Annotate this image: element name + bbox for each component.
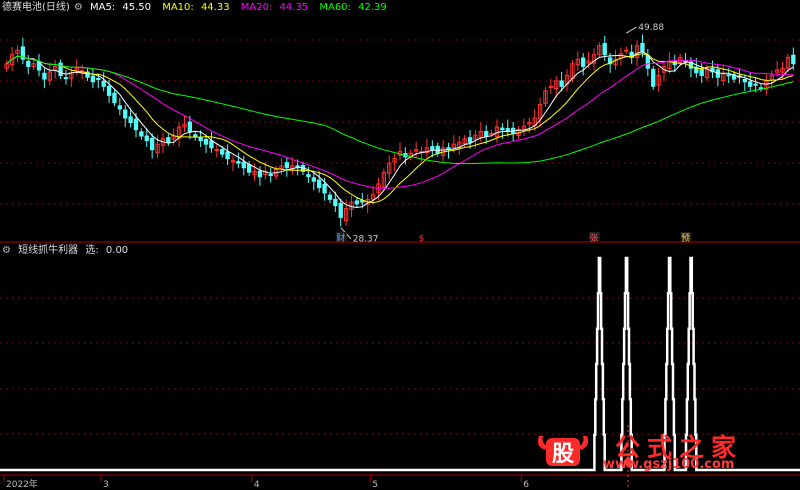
candle-body <box>220 149 225 155</box>
candle-body <box>651 68 656 87</box>
sub-legend: ⚙ 短线抓牛利器 选: 0.00 <box>2 244 136 257</box>
candle-body <box>63 77 69 80</box>
x-tick-label: 3 <box>103 480 109 490</box>
candle-body <box>327 194 333 200</box>
annotation-pointer <box>626 26 637 34</box>
event-marker: 张 <box>589 233 598 244</box>
candle-body <box>42 72 47 80</box>
candle-body <box>214 149 219 152</box>
event-marker: 财 <box>336 232 345 244</box>
candle-body <box>500 127 505 131</box>
candle-body <box>322 183 327 194</box>
event-marker: $ <box>419 234 425 244</box>
candle-body <box>624 49 629 52</box>
annotation-label: 49.88 <box>638 23 664 33</box>
candle-body <box>187 121 193 133</box>
candle-body <box>209 140 214 149</box>
candle-body <box>333 198 338 207</box>
ma10-legend: MA10: 44.33 <box>162 2 230 13</box>
candle-body <box>311 177 316 182</box>
candle-body <box>123 109 128 119</box>
stock-title: 德赛电池(日线) <box>2 2 70 13</box>
ma20-legend: MA20: 44.35 <box>240 2 309 13</box>
watermark-url: www.gszj100.com <box>603 457 735 472</box>
candle-body <box>203 138 209 145</box>
candle-body <box>559 80 564 87</box>
candle-body <box>106 85 112 96</box>
x-tick-label: 5 <box>372 480 378 490</box>
candle-body <box>144 135 149 142</box>
candle-body <box>149 137 155 151</box>
candle-body <box>640 42 645 53</box>
candle-body <box>139 131 144 137</box>
candle-body <box>338 202 343 218</box>
candle-body <box>742 78 747 83</box>
candle-body <box>101 80 106 87</box>
candle-body <box>791 54 796 65</box>
candle-body <box>236 161 241 164</box>
gear-icon[interactable]: ⚙ <box>2 245 11 256</box>
main-legend: 德赛电池(日线) ⚙ MA5: 45.50 MA10: 44.33 MA20: 4… <box>2 1 395 14</box>
candle-body <box>354 200 360 205</box>
candle-body <box>748 81 753 87</box>
candle-body <box>198 137 203 142</box>
candle-body <box>241 161 246 169</box>
candle-body <box>726 74 731 77</box>
candle-body <box>128 116 133 123</box>
candle-body <box>26 60 31 67</box>
candle-body <box>484 131 489 137</box>
event-marker: 预 <box>681 233 690 244</box>
candle-body <box>645 54 651 69</box>
annotation-label: 28.37 <box>353 235 379 245</box>
x-tick-label: 6 <box>523 480 529 490</box>
candle-body <box>112 92 117 104</box>
moving-average-lines <box>6 51 794 209</box>
candle-body <box>96 78 101 81</box>
indicator-title: 短线抓牛利器 <box>18 245 79 256</box>
svg-text:股: 股 <box>552 442 574 467</box>
candle-body <box>581 57 586 67</box>
candle-body <box>268 174 273 177</box>
candle-body <box>246 163 252 173</box>
candle-body <box>489 132 494 135</box>
ma5-legend: MA5: 45.50 <box>89 2 151 13</box>
x-tick-label: 4 <box>254 480 260 490</box>
candle-body <box>90 75 96 83</box>
candle-body <box>166 137 171 143</box>
candle-body <box>683 60 688 63</box>
candle-body <box>117 105 123 110</box>
indicator-value: 选: 0.00 <box>85 245 129 256</box>
candle-body <box>602 42 607 56</box>
candle-body <box>133 118 139 131</box>
bull-logo-icon: 股 <box>537 436 589 467</box>
ma5-line <box>6 51 794 209</box>
candle-body <box>467 137 473 143</box>
candle-body <box>430 146 435 151</box>
gear-icon[interactable]: ⚙ <box>74 2 83 13</box>
candle-body <box>317 179 322 189</box>
ma60-legend: MA60: 42.39 <box>319 2 387 13</box>
candle-body <box>225 151 230 160</box>
candle-body <box>284 162 290 169</box>
watermark: 股 公式之家 www.gszj100.com <box>533 432 778 472</box>
x-axis: 2022年 3 4 5 6 <box>3 475 529 490</box>
candle-body <box>753 83 758 86</box>
x-tick-label: 2022年 <box>6 478 38 490</box>
candle-body <box>306 174 311 178</box>
candle-body <box>699 69 704 76</box>
candle-body <box>257 170 263 178</box>
